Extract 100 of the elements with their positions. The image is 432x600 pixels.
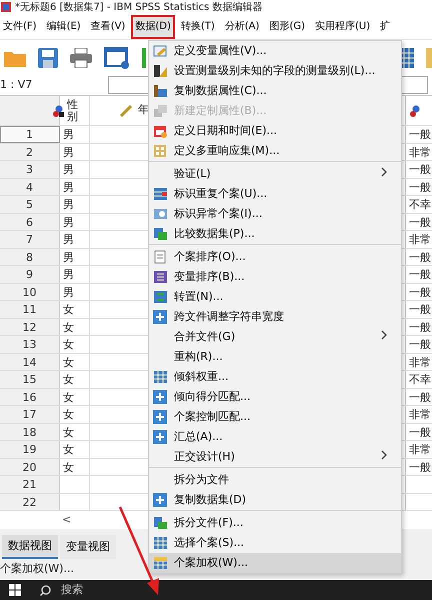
table-cell: 男 [63, 216, 74, 228]
row-number[interactable]: 6 [0, 214, 60, 230]
menu-item[interactable]: 变量排序(B)... [149, 267, 401, 287]
row-number[interactable]: 22 [0, 494, 60, 510]
table-cell: 非常 [409, 356, 431, 368]
data-editor-icon[interactable] [104, 46, 130, 68]
row-number[interactable]: 11 [0, 301, 60, 318]
row-number[interactable]: 20 [0, 458, 60, 475]
menu-item[interactable]: 实用程序(U) [312, 16, 374, 38]
menu-item[interactable]: 设置测量级别未知的字段的测量级别(L)... [149, 61, 401, 81]
menu-item[interactable]: 标识异常个案(I)... [149, 204, 401, 224]
toolbar-icon[interactable] [142, 48, 146, 68]
row-number[interactable]: 15 [0, 371, 60, 388]
row-number[interactable]: 21 [0, 476, 60, 492]
print-icon[interactable] [70, 48, 92, 68]
table-cell: 一般 [409, 390, 431, 404]
search-icon[interactable] [40, 584, 51, 596]
row-number[interactable]: 10 [0, 284, 60, 300]
menu-item[interactable]: 个案加权(W)... [149, 553, 401, 573]
table-cell: 女 [63, 356, 74, 368]
menu-item[interactable]: 扩 [377, 16, 394, 38]
menu-item[interactable]: 查看(V) [88, 16, 128, 38]
window-title: *无标题6 [数据集7] - IBM SPSS Statistics 数据编辑器 [15, 0, 262, 14]
menu-item[interactable]: 编辑(E) [44, 16, 84, 38]
menu-item[interactable]: 正交设计(H) [149, 447, 401, 468]
row-number[interactable]: 17 [0, 406, 60, 422]
taskbar-search-text[interactable]: 搜索 [61, 582, 83, 598]
menu-item[interactable]: 分析(A) [222, 16, 262, 38]
menu-item-icon [153, 207, 168, 221]
row-number[interactable]: 3 [0, 161, 60, 178]
row-number[interactable]: 12 [0, 318, 60, 335]
table-cell: 一般 [409, 268, 431, 281]
menu-item-icon [153, 516, 168, 530]
menu-item[interactable]: 文件(F) [0, 16, 40, 38]
row-number[interactable]: 19 [0, 441, 60, 458]
menu-item[interactable]: 重构(R)... [149, 347, 401, 367]
scroll-left-arrow[interactable]: < [62, 512, 72, 528]
menu-item[interactable]: 图形(G) [266, 16, 308, 38]
menu-item[interactable]: 定义日期和时间(E)... [149, 121, 401, 141]
ruler-icon [120, 104, 132, 116]
table-cell: 男 [63, 163, 74, 176]
menu-item[interactable]: 拆分为文件 [149, 470, 401, 490]
menu-item-icon [153, 556, 168, 570]
menu-item-icon [153, 310, 168, 324]
save-icon[interactable] [38, 48, 58, 68]
menu-item[interactable]: 个案控制匹配... [149, 407, 401, 427]
menu-item[interactable]: 拆分文件(F)... [149, 513, 401, 533]
table-cell: 女 [63, 460, 74, 474]
submenu-chevron-icon [381, 167, 387, 177]
column-header: 性别 [67, 98, 79, 122]
menu-item-icon [153, 536, 168, 550]
menu-item[interactable]: 定义变量属性(V)... [149, 41, 401, 61]
menu-item[interactable]: 跨文件调整字符串宽度 [149, 307, 401, 327]
table-cell: 非常 [409, 233, 431, 246]
menu-item[interactable]: 合并文件(G) [149, 327, 401, 347]
menu-item-icon [153, 227, 168, 241]
menu-item-icon [153, 104, 168, 118]
menu-item[interactable]: 数据(D) [132, 16, 174, 38]
view-tab[interactable]: 数据视图 [2, 535, 58, 559]
menu-item[interactable]: 汇总(A)... [149, 427, 401, 447]
view-tab[interactable]: 变量视图 [60, 535, 116, 559]
row-number[interactable]: 4 [0, 178, 60, 195]
table-cell: 男 [63, 268, 74, 281]
table-cell: 女 [63, 390, 74, 404]
row-number[interactable]: 16 [0, 388, 60, 405]
menu-item[interactable]: 验证(L) [149, 164, 401, 184]
menu-item[interactable]: 倾斜权重... [149, 367, 401, 387]
row-number[interactable]: 18 [0, 424, 60, 440]
table-cell: 男 [63, 198, 74, 211]
menu-item[interactable]: 复制数据集(D) [149, 490, 401, 511]
menu-item-icon [153, 390, 168, 404]
column-header: 年 [138, 102, 149, 118]
table-cell: 一般 [409, 460, 431, 474]
table-cell: 一般 [409, 426, 431, 438]
row-number[interactable]: 7 [0, 231, 60, 248]
menu-item-icon [153, 84, 168, 98]
row-number[interactable]: 2 [0, 144, 60, 160]
menu-item[interactable]: 选择个案(S)... [149, 533, 401, 553]
menu-item[interactable]: 倾向得分匹配... [149, 387, 401, 407]
row-number[interactable]: 9 [0, 266, 60, 282]
row-number[interactable]: 1 [0, 126, 60, 142]
menu-item[interactable]: 复制数据属性(C)... [149, 81, 401, 101]
menu-item[interactable]: 比较数据集(P)... [149, 224, 401, 245]
corner-cell[interactable] [0, 96, 60, 125]
row-number[interactable]: 5 [0, 196, 60, 212]
table-cell: 女 [63, 443, 74, 456]
menu-item[interactable]: 标识重复个案(U)... [149, 184, 401, 204]
menu-item[interactable]: 个案排序(O)... [149, 247, 401, 267]
row-number[interactable]: 13 [0, 336, 60, 352]
table-cell: 女 [63, 338, 74, 351]
row-number[interactable]: 14 [0, 354, 60, 370]
nominal-variable-icon [409, 104, 421, 116]
menu-item[interactable]: 定义多重响应集(M)... [149, 141, 401, 162]
table-cell: 女 [63, 426, 74, 438]
row-number[interactable]: 8 [0, 248, 60, 265]
windows-start-icon[interactable] [9, 584, 21, 596]
menu-item[interactable]: 转换(T) [178, 16, 218, 38]
menu-item[interactable]: 转置(N)... [149, 287, 401, 307]
table-cell: 一般 [409, 128, 431, 141]
cell-reference: 1 : V7 [0, 76, 32, 93]
